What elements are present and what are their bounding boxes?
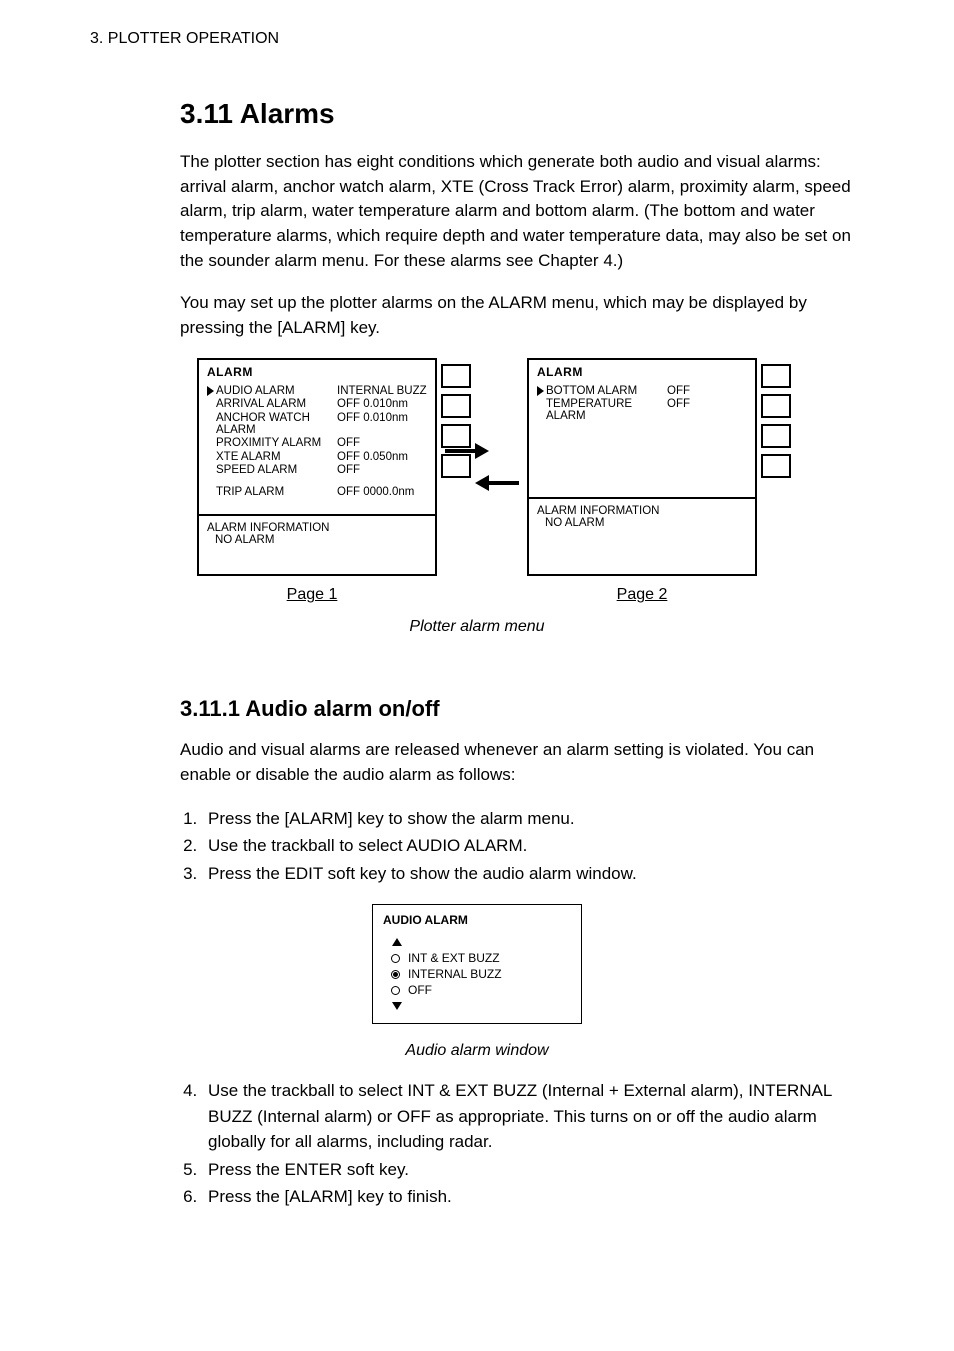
- alarm-info-title-2: ALARM INFORMATION: [537, 505, 747, 517]
- sub-heading: 3.11.1 Audio alarm on/off: [180, 696, 864, 722]
- radio-option: INT & EXT BUZZ: [391, 951, 571, 965]
- intro-paragraph-1: The plotter section has eight conditions…: [180, 150, 864, 273]
- step-item: Press the [ALARM] key to finish.: [202, 1184, 864, 1210]
- softkey: [761, 424, 791, 448]
- step-item: Use the trackball to select AUDIO ALARM.: [202, 833, 864, 859]
- radio-icon: [391, 954, 400, 963]
- radio-icon: [391, 986, 400, 995]
- triangle-up-icon: [392, 938, 402, 946]
- arrow-right-icon: [475, 443, 489, 459]
- window-title: AUDIO ALARM: [383, 913, 571, 927]
- step-item: Press the EDIT soft key to show the audi…: [202, 861, 864, 887]
- page2-label: Page 2: [617, 586, 668, 604]
- sub-paragraph: Audio and visual alarms are released whe…: [180, 738, 864, 787]
- menu-title-1: ALARM: [199, 360, 435, 379]
- menu-row: TEMPERATURE ALARMOFF: [537, 398, 747, 422]
- menu-row: ARRIVAL ALARMOFF 0.010nm: [207, 398, 427, 410]
- pointer-icon: [207, 386, 214, 396]
- radio-icon: [391, 970, 400, 979]
- softkey: [441, 394, 471, 418]
- menu-row: BOTTOM ALARMOFF: [537, 385, 747, 397]
- page-header: 3. PLOTTER OPERATION: [90, 30, 864, 48]
- softkey: [761, 394, 791, 418]
- softkey: [441, 364, 471, 388]
- alarm-info-body-2: NO ALARM: [537, 517, 747, 529]
- pointer-icon: [537, 386, 544, 396]
- step-item: Press the ENTER soft key.: [202, 1157, 864, 1183]
- audio-alarm-window: AUDIO ALARM INT & EXT BUZZ INTERNAL BUZZ O…: [372, 904, 582, 1024]
- alarm-menu-page1: ALARM AUDIO ALARMINTERNAL BUZZARRIVAL AL…: [197, 358, 437, 576]
- softkey: [441, 454, 471, 478]
- window-caption: Audio alarm window: [90, 1042, 864, 1060]
- alarm-menu-page2: ALARM BOTTOM ALARMOFFTEMPERATURE ALARMOF…: [527, 358, 757, 576]
- intro-paragraph-2: You may set up the plotter alarms on the…: [180, 291, 864, 340]
- alarm-menu-diagram: ALARM AUDIO ALARMINTERNAL BUZZARRIVAL AL…: [90, 358, 864, 636]
- menu-row: SPEED ALARMOFF: [207, 464, 427, 476]
- alarm-info-body-1: NO ALARM: [207, 534, 427, 546]
- page1-label: Page 1: [287, 586, 338, 604]
- softkey: [761, 454, 791, 478]
- section-heading: 3.11 Alarms: [180, 98, 864, 130]
- arrow-left-icon: [475, 475, 489, 491]
- menu-row: AUDIO ALARMINTERNAL BUZZ: [207, 385, 427, 397]
- softkey: [441, 424, 471, 448]
- menu-title-2: ALARM: [529, 360, 755, 379]
- page-arrows: [475, 443, 489, 491]
- step-item: Use the trackball to select INT & EXT BU…: [202, 1078, 864, 1155]
- menu-row: PROXIMITY ALARMOFF: [207, 437, 427, 449]
- step-item: Press the [ALARM] key to show the alarm …: [202, 806, 864, 832]
- steps-list-b: Use the trackball to select INT & EXT BU…: [202, 1078, 864, 1210]
- radio-option: OFF: [391, 983, 571, 997]
- alarm-menu-caption: Plotter alarm menu: [90, 618, 864, 636]
- radio-option: INTERNAL BUZZ: [391, 967, 571, 981]
- alarm-info-title-1: ALARM INFORMATION: [207, 522, 427, 534]
- menu-row: ANCHOR WATCH ALARMOFF 0.010nm: [207, 412, 427, 436]
- menu-row: TRIP ALARMOFF 0000.0nm: [207, 486, 427, 498]
- triangle-down-icon: [392, 1002, 402, 1010]
- steps-list-a: Press the [ALARM] key to show the alarm …: [202, 806, 864, 887]
- menu-row: XTE ALARMOFF 0.050nm: [207, 451, 427, 463]
- softkey: [761, 364, 791, 388]
